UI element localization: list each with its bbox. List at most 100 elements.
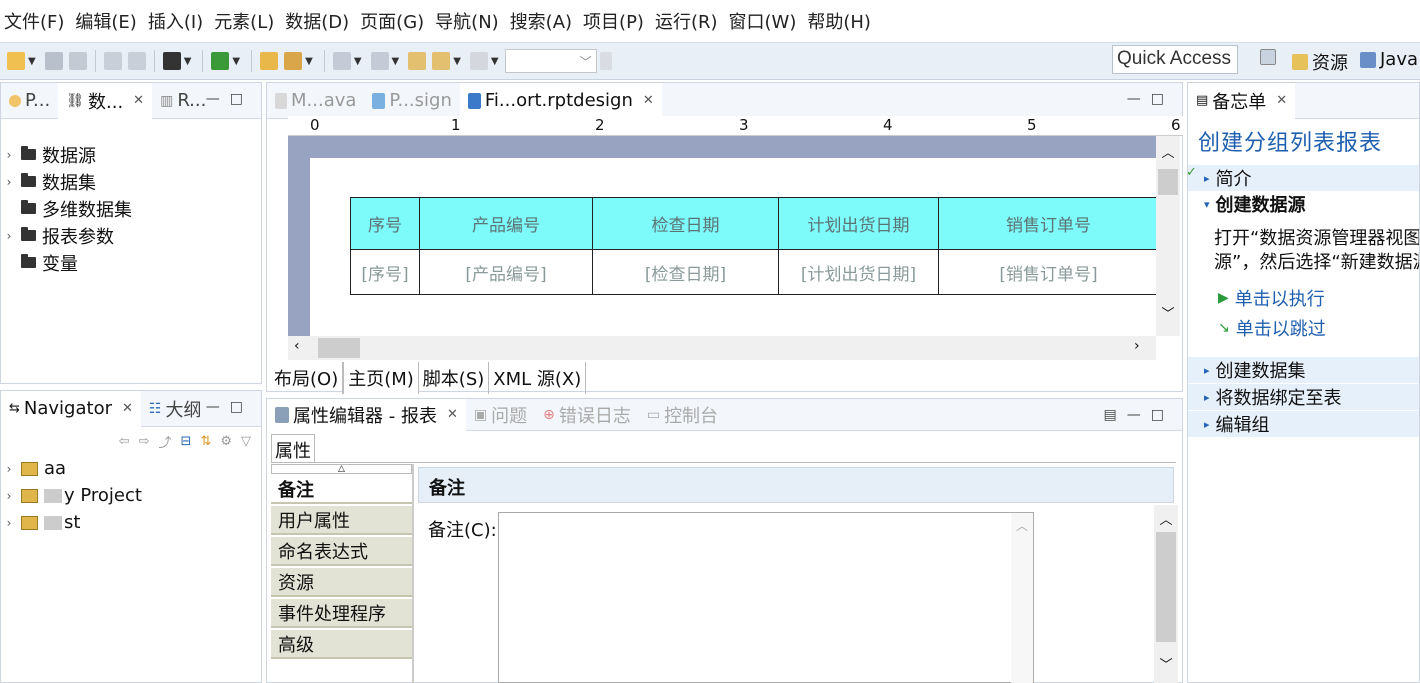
menu-edit[interactable]: 编辑(E)	[71, 8, 143, 34]
category-advanced[interactable]: 高级	[271, 630, 412, 659]
tree-item-cubes[interactable]: 多维数据集	[1, 195, 261, 222]
minimize-maximize-icon[interactable]: —□	[206, 91, 253, 107]
step-create-data-set[interactable]: ▸ 创建数据集	[1188, 357, 1419, 383]
table-cell[interactable]: [产品编号]	[419, 249, 593, 295]
tab-editor-design-1[interactable]: P...sign	[364, 83, 459, 119]
open-folder-icon[interactable]	[260, 52, 279, 70]
menu-insert[interactable]: 插入(I)	[144, 8, 210, 34]
chevron-down-icon[interactable]: ﹀	[1154, 654, 1178, 673]
textarea-scrollbar[interactable]: ︿	[1011, 513, 1033, 683]
step-intro[interactable]: ✓ ▸ 简介	[1188, 165, 1419, 191]
tree-item-report-parameters[interactable]: › 报表参数	[1, 222, 261, 249]
scroll-thumb[interactable]	[1158, 169, 1178, 195]
forward-arrow-icon[interactable]: ⇨	[139, 434, 150, 449]
comments-textarea[interactable]: ︿	[498, 512, 1034, 683]
tab-cheatsheet[interactable]: ▤ 备忘单 ✕	[1188, 83, 1296, 119]
last-edit-icon[interactable]	[408, 52, 427, 70]
project-item[interactable]: › st	[1, 509, 261, 536]
quick-access-input[interactable]: Quick Access	[1112, 45, 1238, 74]
run-icon[interactable]	[211, 52, 230, 70]
table-cell[interactable]: [销售订单号]	[938, 249, 1159, 295]
pen-icon[interactable]	[284, 52, 303, 70]
scroll-thumb[interactable]	[1156, 532, 1176, 642]
category-user-properties[interactable]: 用户属性	[271, 506, 412, 535]
step-edit-group[interactable]: ▸ 编辑组	[1188, 411, 1419, 437]
menu-project[interactable]: 项目(P)	[579, 8, 651, 34]
back-arrow-icon[interactable]: ⇦	[119, 434, 130, 449]
save-icon[interactable]	[44, 52, 63, 70]
menu-window[interactable]: 窗口(W)	[725, 8, 804, 34]
menu-data[interactable]: 数据(D)	[281, 8, 356, 34]
click-to-skip[interactable]: ↘ 单击以跳过	[1218, 313, 1419, 343]
close-icon[interactable]: ✕	[1276, 93, 1287, 108]
chevron-right-icon[interactable]: ›	[1, 516, 17, 530]
minimize-maximize-icon[interactable]: —□	[1127, 91, 1174, 107]
chevron-right-icon[interactable]: ›	[1, 148, 17, 162]
tree-item-data-sources[interactable]: › 数据源	[1, 141, 261, 168]
tab-master-page[interactable]: 主页(M)	[343, 362, 419, 394]
menu-search[interactable]: 搜索(A)	[506, 8, 579, 34]
table-header-cell[interactable]: 检查日期	[592, 197, 779, 250]
close-icon[interactable]: ✕	[122, 401, 133, 416]
tab-editor-design-2[interactable]: Fi...ort.rptdesign ✕	[459, 82, 662, 119]
next-annotation-icon[interactable]	[332, 52, 351, 70]
table-cell[interactable]: [计划出货日期]	[778, 249, 939, 295]
tab-data-explorer[interactable]: ⛓ 数... ✕	[58, 82, 153, 119]
undo-icon[interactable]	[103, 52, 122, 70]
chevron-down-icon[interactable]: ﹀	[1156, 303, 1180, 322]
chevron-up-icon[interactable]: ︿	[1154, 509, 1178, 528]
chevron-up-icon[interactable]: ︿	[1156, 142, 1180, 161]
table-header-cell[interactable]: 计划出货日期	[778, 197, 939, 250]
collapse-all-icon[interactable]: ⊟	[181, 434, 192, 449]
close-icon[interactable]: ✕	[133, 93, 144, 108]
tab-console[interactable]: ▭ 控制台	[639, 399, 726, 431]
menu-file[interactable]: 文件(F)	[0, 8, 71, 34]
tab-editor-java[interactable]: M...ava	[267, 83, 364, 119]
chevron-up-icon[interactable]: ︿	[1011, 517, 1033, 534]
project-item[interactable]: › aa	[1, 455, 261, 482]
menu-run[interactable]: 运行(R)	[651, 8, 725, 34]
table-header-cell[interactable]: 序号	[350, 197, 420, 250]
chevron-down-icon[interactable]: ▼	[232, 56, 240, 67]
chevron-right-icon[interactable]: ›	[1134, 338, 1140, 354]
tab-error-log[interactable]: ⊕ 错误日志	[535, 399, 639, 431]
tree-item-variables[interactable]: 变量	[1, 249, 261, 276]
tree-item-data-sets[interactable]: › 数据集	[1, 168, 261, 195]
chevron-right-icon[interactable]: ›	[1, 229, 17, 243]
table-cell[interactable]: [序号]	[350, 249, 420, 295]
minimize-maximize-icon[interactable]: —□	[206, 399, 253, 415]
chevron-right-icon[interactable]: ›	[1, 462, 17, 476]
table-cell[interactable]: [检查日期]	[592, 249, 779, 295]
pin-icon[interactable]	[599, 52, 612, 70]
chevron-down-icon[interactable]: ▼	[354, 56, 362, 67]
category-event-handlers[interactable]: 事件处理程序	[271, 599, 412, 628]
chevron-down-icon[interactable]: ▼	[392, 56, 400, 67]
chevron-right-icon[interactable]: ›	[1, 175, 17, 189]
link-editor-icon[interactable]: ⇅	[200, 434, 211, 449]
tab-outline[interactable]: ☷ 大纲	[141, 391, 210, 427]
chevron-down-icon[interactable]: ▼	[491, 56, 499, 67]
category-resources[interactable]: 资源	[271, 568, 412, 597]
perspective-java[interactable]: Java	[1360, 49, 1418, 70]
menu-navigate[interactable]: 导航(N)	[431, 8, 506, 34]
tab-palette[interactable]: P...	[1, 83, 58, 119]
save-all-icon[interactable]	[68, 52, 87, 70]
back-icon[interactable]	[432, 52, 451, 70]
redo-icon[interactable]	[127, 52, 146, 70]
tab-layout[interactable]: 布局(O)	[270, 362, 344, 394]
chevron-right-icon[interactable]: ›	[1, 489, 17, 503]
view-menu-icon[interactable]: ▽	[241, 434, 251, 449]
category-comments[interactable]: 备注	[271, 475, 412, 504]
minimize-maximize-icon[interactable]: ▤—□	[1104, 407, 1174, 423]
perspective-resource[interactable]: 资源	[1292, 49, 1348, 75]
chevron-down-icon[interactable]: ▼	[305, 56, 313, 67]
chevron-down-icon[interactable]: ▼	[28, 56, 36, 67]
chevron-down-icon[interactable]: ▼	[453, 56, 461, 67]
open-perspective-button[interactable]	[1260, 49, 1276, 65]
project-item[interactable]: › y Project	[1, 482, 261, 509]
click-to-perform[interactable]: ▶ 单击以执行	[1218, 283, 1419, 313]
up-icon[interactable]: ⤴	[159, 432, 172, 451]
tab-script[interactable]: 脚本(S)	[419, 362, 490, 394]
filter-icon[interactable]: ⚙	[220, 434, 232, 449]
step-bind-data[interactable]: ▸ 将数据绑定至表	[1188, 384, 1419, 410]
